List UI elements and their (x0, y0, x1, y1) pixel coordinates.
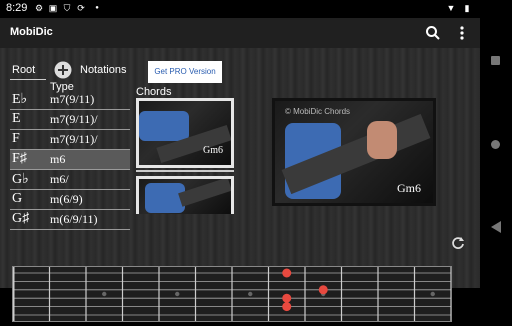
main-content: Root Notations Type Get PRO Version Chor… (0, 48, 480, 322)
chord-photo-2 (139, 179, 231, 214)
type-cell: m7(9/11)/ (50, 112, 98, 126)
chord-photo: Gm6 (139, 101, 231, 165)
fretboard-svg (11, 267, 452, 321)
root-cell: E♭ (12, 92, 28, 107)
type-cell: m7(9/11)/ (50, 132, 98, 146)
root-cell: E (12, 111, 21, 126)
refresh-icon[interactable] (451, 236, 465, 250)
root-cell: F (12, 131, 20, 146)
app-bar: MobiDic (0, 18, 480, 48)
fret-marker (175, 291, 180, 297)
root-cell: F♯ (12, 151, 27, 166)
dot-icon: ● (95, 5, 99, 11)
type-cell: m6 (50, 152, 66, 166)
chord-row[interactable]: Fm7(9/11)/ (10, 130, 130, 150)
fret-marker (102, 291, 107, 297)
more-vert-icon[interactable] (458, 25, 466, 41)
thumb-chord-name: Gm6 (203, 145, 223, 156)
watermark: © MobiDic Chords (285, 107, 351, 116)
chord-large-photo: © MobiDic Chords Gm6 (275, 101, 433, 203)
type-cell: m(6/9/11) (50, 212, 98, 226)
finger-dot (282, 302, 292, 312)
root-header[interactable]: Root (12, 64, 35, 76)
navigation-bar (480, 0, 512, 288)
finger-dot (282, 293, 292, 303)
fretboard[interactable] (11, 266, 452, 322)
chord-row[interactable]: Gm(6/9) (10, 190, 130, 210)
status-bar: 8:29 ⚙ ▣ ⛉ ⟳ ● ▼ ▮ (0, 0, 480, 18)
search-icon[interactable] (425, 25, 441, 41)
chord-name: Gm6 (397, 181, 421, 195)
sync-icon: ⟳ (77, 3, 85, 13)
battery-icon: ▮ (464, 3, 470, 13)
chord-row[interactable]: F♯ m6 (10, 150, 130, 170)
chord-thumbnail-2[interactable] (136, 176, 234, 214)
nav-square-icon[interactable] (491, 56, 500, 65)
notations-label[interactable]: Notations (80, 64, 126, 76)
chord-large-image: © MobiDic Chords Gm6 (272, 98, 436, 206)
settings-icon: ⚙ (34, 3, 44, 13)
chord-row[interactable]: G♯ m(6/9/11) (10, 210, 130, 230)
status-time: 8:29 (6, 2, 28, 14)
nav-circle-icon[interactable] (491, 140, 500, 149)
chord-thumbnail[interactable]: Gm6 (136, 98, 234, 168)
get-pro-button[interactable]: Get PRO Version (148, 61, 222, 83)
add-circle-icon[interactable] (54, 61, 72, 79)
nav-back-icon[interactable] (491, 221, 501, 233)
fret-marker (248, 291, 253, 297)
chord-row[interactable]: Em7(9/11)/ (10, 110, 130, 130)
finger-dot (282, 268, 292, 278)
shield-icon: ⛉ (63, 3, 71, 13)
finger-dot (318, 285, 328, 295)
type-cell: m6/ (50, 172, 69, 186)
wifi-icon: ▼ (446, 3, 456, 13)
chord-row[interactable]: G♭ m6/ (10, 170, 130, 190)
root-cell: G♯ (12, 211, 30, 226)
chord-row[interactable]: E♭ m7(9/11) (10, 90, 130, 110)
chords-label: Chords (136, 86, 172, 98)
root-cell: G (12, 191, 23, 206)
root-cell: G♭ (12, 172, 29, 187)
type-cell: m(6/9) (50, 192, 83, 206)
fret-marker (430, 291, 435, 297)
notification-icon: ▣ (48, 3, 58, 13)
app-title: MobiDic (10, 26, 53, 38)
type-cell: m7(9/11) (50, 92, 95, 106)
